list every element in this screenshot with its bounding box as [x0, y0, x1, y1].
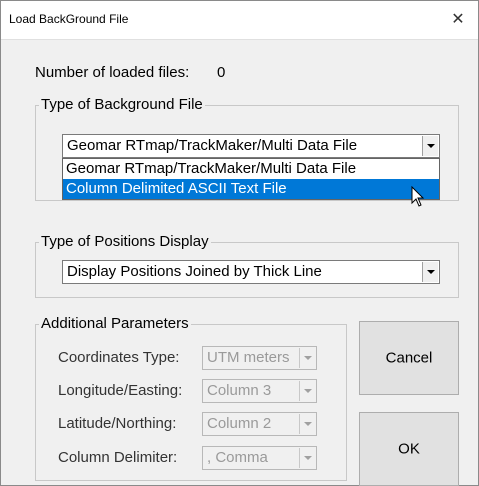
background-file-selected: Geomar RTmap/TrackMaker/Multi Data File	[67, 137, 358, 154]
positions-display-group-label: Type of Positions Display	[39, 233, 211, 250]
cancel-button-label: Cancel	[385, 349, 433, 367]
cancel-button[interactable]: Cancel	[359, 321, 459, 395]
positions-display-select[interactable]: Display Positions Joined by Thick Line	[62, 260, 440, 284]
longitude-value: Column 3	[207, 382, 272, 399]
background-file-group-label: Type of Background File	[39, 96, 205, 113]
latitude-label: Latitude/Northing:	[58, 415, 177, 432]
load-background-dialog: Load BackGround File ✕ Number of loaded …	[0, 0, 479, 486]
chevron-down-icon[interactable]	[422, 262, 438, 282]
chevron-down-icon[interactable]	[422, 136, 438, 156]
positions-display-selected: Display Positions Joined by Thick Line	[67, 263, 322, 280]
chevron-down-icon	[299, 348, 315, 368]
delimiter-value: , Comma	[207, 449, 268, 466]
coordinates-type-label: Coordinates Type:	[58, 349, 180, 366]
coordinates-type-value: UTM meters	[207, 349, 290, 366]
window-title: Load BackGround File	[9, 12, 129, 26]
latitude-value: Column 2	[207, 415, 272, 432]
close-icon[interactable]: ✕	[438, 1, 478, 39]
longitude-label: Longitude/Easting:	[58, 382, 183, 399]
ok-button[interactable]: OK	[359, 412, 459, 486]
loaded-files-count: 0	[217, 64, 226, 81]
title-bar: Load BackGround File ✕	[1, 1, 478, 40]
loaded-files-label: Number of loaded files:	[35, 64, 190, 81]
ok-button-label: OK	[398, 440, 420, 458]
delimiter-label: Column Delimiter:	[58, 449, 178, 466]
background-file-dropdown-list: Geomar RTmap/TrackMaker/Multi Data File …	[62, 158, 440, 200]
latitude-select[interactable]: Column 2	[202, 412, 317, 436]
mouse-pointer-icon	[411, 186, 425, 207]
coordinates-type-select[interactable]: UTM meters	[202, 346, 317, 370]
chevron-down-icon	[299, 381, 315, 401]
background-file-select[interactable]: Geomar RTmap/TrackMaker/Multi Data File	[62, 134, 440, 158]
dropdown-option-highlighted[interactable]: Column Delimited ASCII Text File	[63, 179, 439, 199]
chevron-down-icon	[299, 448, 315, 468]
additional-parameters-group-label: Additional Parameters	[39, 315, 191, 332]
dropdown-option[interactable]: Geomar RTmap/TrackMaker/Multi Data File	[63, 159, 439, 179]
longitude-select[interactable]: Column 3	[202, 379, 317, 403]
delimiter-select[interactable]: , Comma	[202, 446, 317, 470]
chevron-down-icon	[299, 414, 315, 434]
